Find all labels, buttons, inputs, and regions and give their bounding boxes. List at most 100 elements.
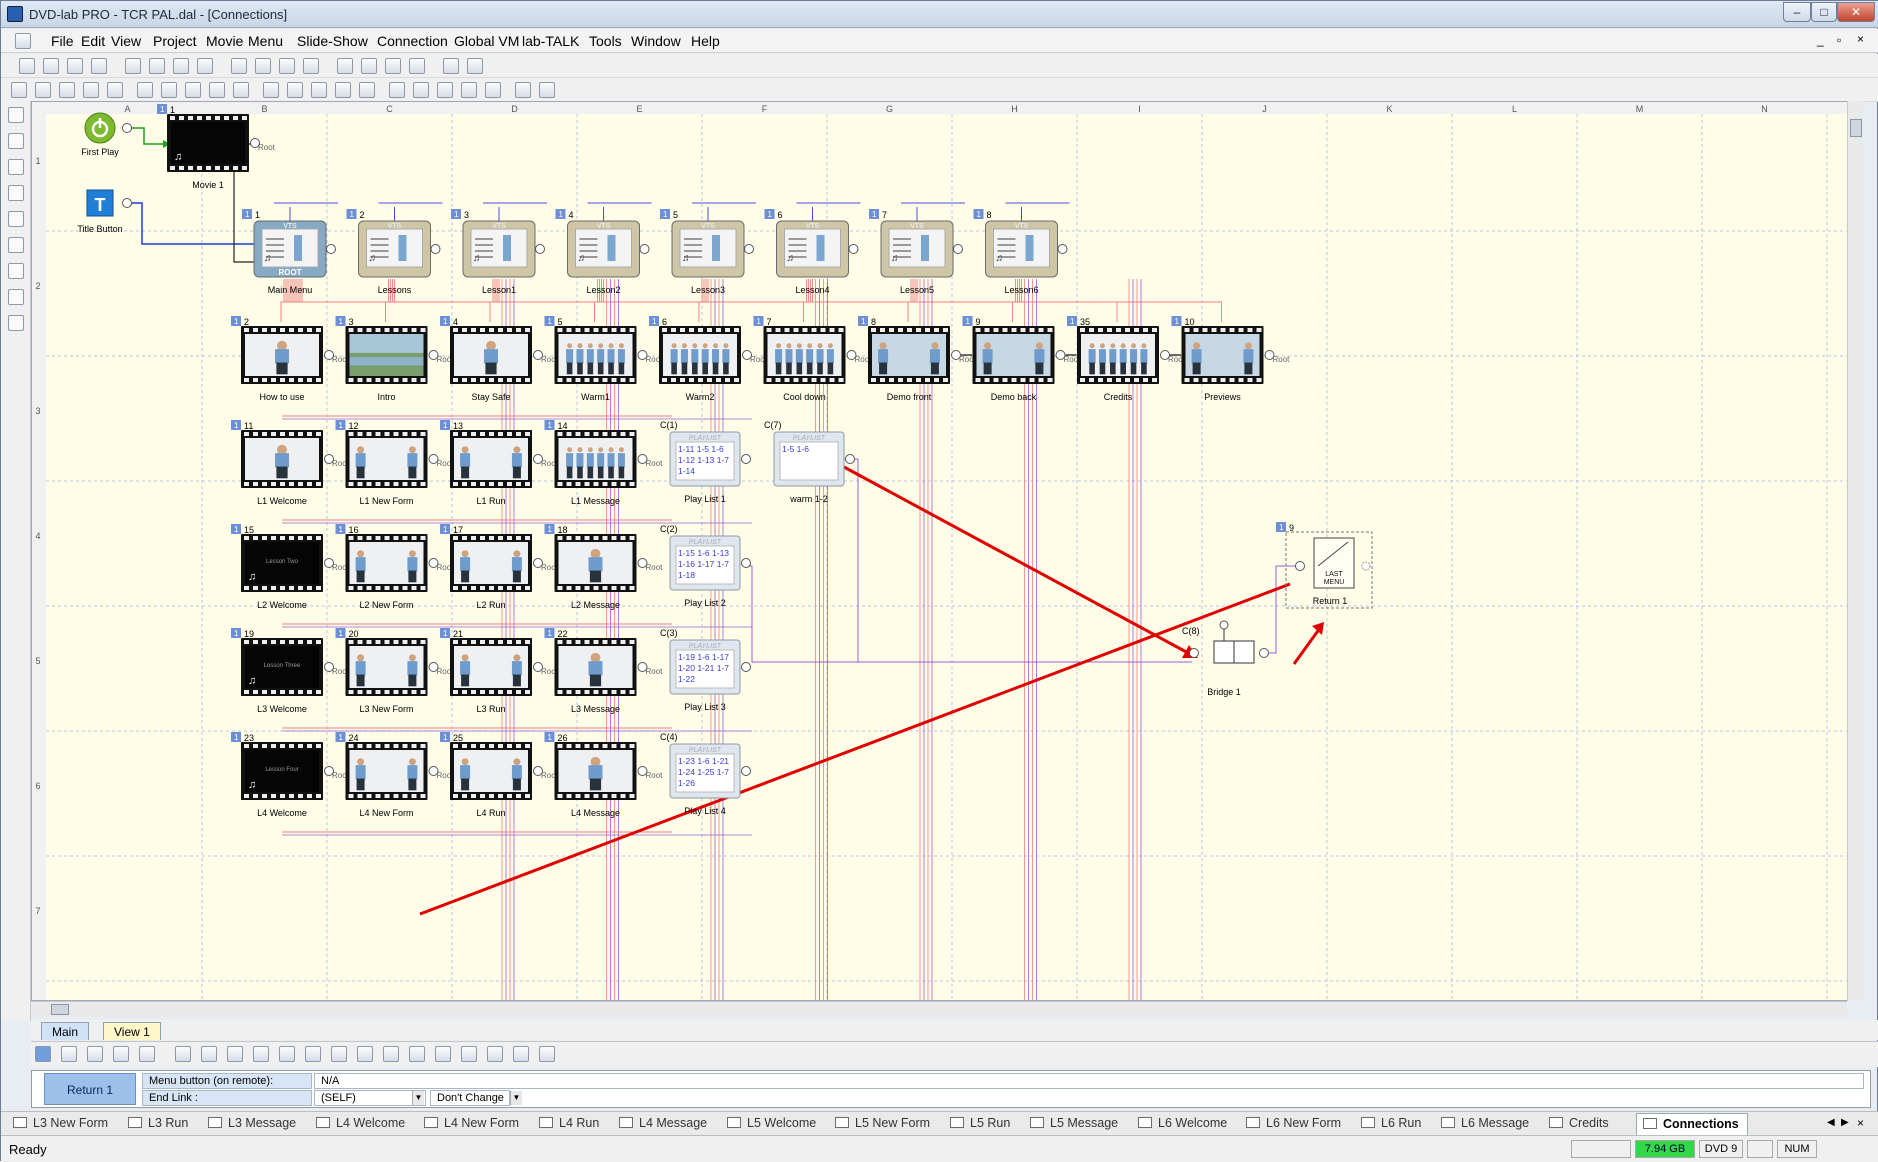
wizard-icon[interactable] (255, 58, 271, 74)
movie-node[interactable]: RootIntro (345, 326, 455, 402)
arrange-2-icon[interactable] (263, 82, 279, 98)
copy-icon[interactable] (91, 58, 107, 74)
output-port[interactable] (1057, 244, 1068, 254)
title-bar[interactable]: DVD-lab PRO - TCR PAL.dal - [Connections… (1, 1, 1878, 28)
tab-scroll-right-icon[interactable]: ▶ (1841, 1117, 1849, 1128)
menu-item-project[interactable]: Project (153, 33, 197, 49)
connections-canvas[interactable]: ABCDEFGHIJKLMNO1234567First PlayTTitle B… (31, 101, 1863, 1001)
property-tool-icon[interactable] (435, 1046, 451, 1062)
horizontal-scrollbar[interactable] (31, 1001, 1847, 1017)
menu-item-view[interactable]: View (111, 33, 141, 49)
title-button-node[interactable]: T Title Button (77, 189, 123, 234)
movie-node[interactable]: RootWarm1 (554, 326, 664, 402)
save-icon[interactable] (67, 58, 83, 74)
movie-node[interactable]: RootWarm2 (659, 326, 768, 402)
movie-node[interactable]: RootL1 Welcome (241, 430, 350, 506)
layers-icon[interactable] (231, 58, 247, 74)
output-port[interactable] (122, 123, 132, 133)
property-tool-icon[interactable] (175, 1046, 191, 1062)
property-tool-icon[interactable] (227, 1046, 243, 1062)
close-button[interactable]: ✕ (1837, 2, 1875, 22)
doc-tab-l4-message[interactable]: L4 Message (619, 1116, 707, 1130)
property-tool-icon[interactable] (487, 1046, 503, 1062)
doc-tab-l4-new-form[interactable]: L4 New Form (424, 1116, 519, 1130)
output-port[interactable] (533, 766, 543, 776)
output-port[interactable] (535, 244, 545, 254)
scroll-thumb[interactable] (1850, 119, 1862, 137)
property-tool-icon[interactable] (513, 1046, 529, 1062)
movie-node[interactable]: RootL4 New Form (345, 742, 455, 818)
movie-node[interactable]: RootL2 Run (450, 534, 559, 610)
playlist-node[interactable]: C(3) PLAYLIST 1-19 1-6 1-171-20 1-21 1-71-… (660, 628, 741, 712)
menu-item-slide-show[interactable]: Slide-Show (297, 33, 368, 49)
output-port[interactable] (741, 766, 751, 776)
property-tool-icon[interactable] (139, 1046, 155, 1062)
grid-icon[interactable] (35, 82, 51, 98)
movie-node[interactable]: Lesson Three♫RootL3 Welcome (241, 638, 350, 714)
link-tool-icon[interactable] (8, 211, 24, 227)
doc-tab-l6-message[interactable]: L6 Message (1441, 1116, 1529, 1130)
pin-icon[interactable] (11, 82, 27, 98)
hand-icon[interactable] (8, 315, 24, 331)
end-link-select[interactable]: (SELF) (314, 1090, 426, 1106)
zoom-out-icon[interactable] (337, 58, 353, 74)
paste-icon[interactable] (125, 58, 141, 74)
audio-icon[interactable] (515, 82, 531, 98)
movie-node[interactable]: ♫ Root Movie 1 (167, 114, 276, 190)
disc-type-select[interactable]: DVD 9 (1699, 1140, 1743, 1158)
minimize-button[interactable]: – (1783, 2, 1811, 22)
doc-tab-l4-run[interactable]: L4 Run (539, 1116, 599, 1130)
movie-node[interactable]: Root Previews (1181, 326, 1291, 402)
property-tool-icon[interactable] (61, 1046, 77, 1062)
view-tab-main[interactable]: Main (41, 1022, 90, 1040)
doc-tab-l5-run[interactable]: L5 Run (950, 1116, 1010, 1130)
movie-node[interactable]: RootCredits (1077, 326, 1186, 402)
output-port[interactable] (324, 662, 334, 672)
doc-tab-l4-welcome[interactable]: L4 Welcome (316, 1116, 405, 1130)
output-port[interactable] (742, 350, 752, 360)
output-port[interactable] (428, 558, 439, 568)
connections-diagram[interactable]: ABCDEFGHIJKLMNO1234567First PlayTTitle B… (32, 102, 1863, 1001)
output-port[interactable] (637, 662, 648, 672)
output-port[interactable] (637, 454, 648, 464)
movie-node[interactable]: Root L2 Message (554, 534, 664, 610)
property-tool-icon[interactable] (87, 1046, 103, 1062)
output-port[interactable] (324, 454, 334, 464)
output-port[interactable] (430, 244, 441, 254)
output-port[interactable] (846, 350, 857, 360)
mdi-restore-icon[interactable]: ▫ (1837, 33, 1841, 47)
playlist-node[interactable]: C(4) PLAYLIST 1-23 1-6 1-211-24 1-25 1-71-… (660, 732, 741, 816)
property-tool-icon[interactable] (279, 1046, 295, 1062)
mdi-close-icon[interactable]: × (1857, 32, 1864, 46)
property-tool-icon[interactable] (331, 1046, 347, 1062)
doc-tab-l6-welcome[interactable]: L6 Welcome (1138, 1116, 1227, 1130)
movie-node[interactable]: RootHow to use (241, 326, 350, 402)
record-icon[interactable] (389, 82, 405, 98)
group-icon[interactable] (137, 82, 153, 98)
output-port[interactable] (324, 766, 334, 776)
ab-icon[interactable] (437, 82, 453, 98)
move-icon[interactable] (8, 159, 24, 175)
output-port[interactable] (1055, 350, 1066, 360)
movie-node[interactable]: RootDemo back (972, 326, 1082, 402)
at-icon[interactable] (413, 82, 429, 98)
menu-item-global-vm[interactable]: Global VM (454, 33, 519, 49)
pgc-icon[interactable] (287, 82, 303, 98)
movie-node[interactable]: Root L4 Message (554, 742, 664, 818)
return-node[interactable]: LASTMENU Return 1 (1285, 531, 1373, 609)
menu-item-file[interactable]: File (51, 33, 74, 49)
new-file-icon[interactable] (19, 58, 35, 74)
output-port[interactable] (637, 766, 648, 776)
menu-item-window[interactable]: Window (631, 33, 681, 49)
menu-item-movie[interactable]: Movie (206, 33, 243, 49)
link-icon[interactable] (197, 58, 213, 74)
property-tool-icon[interactable] (201, 1046, 217, 1062)
doc-tab-l5-message[interactable]: L5 Message (1030, 1116, 1118, 1130)
output-port[interactable] (637, 350, 648, 360)
output-port[interactable] (533, 350, 543, 360)
doc-tab-l3-run[interactable]: L3 Run (128, 1116, 188, 1130)
sub-icon[interactable] (485, 82, 501, 98)
scroll-thumb[interactable] (51, 1004, 69, 1015)
movie-node[interactable]: RootL1 Run (450, 430, 559, 506)
output-port[interactable] (1361, 561, 1371, 571)
